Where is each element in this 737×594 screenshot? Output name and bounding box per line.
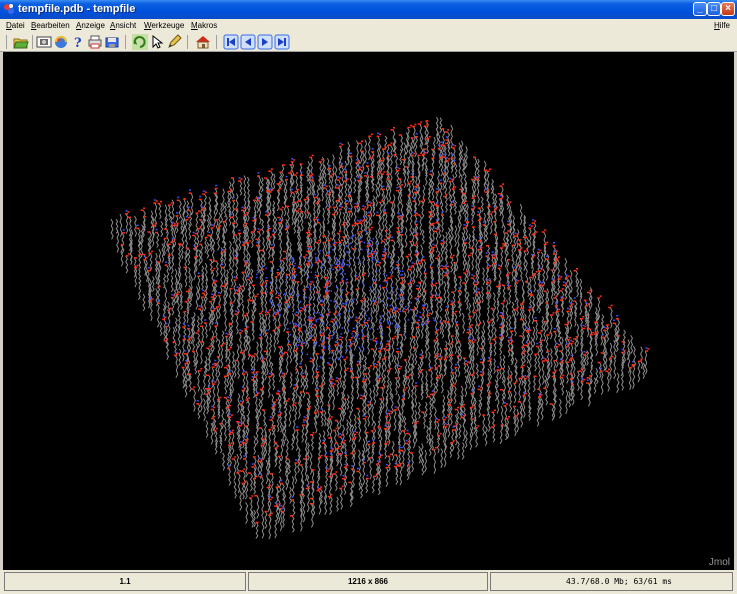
- menu-makros[interactable]: Makros: [191, 20, 217, 31]
- print-icon: [88, 35, 102, 49]
- last-frame-button[interactable]: [274, 34, 290, 50]
- menu-werkzeuge[interactable]: Werkzeuge: [144, 20, 184, 31]
- window-title: tempfile.pdb - tempfile: [18, 3, 136, 15]
- next-frame-icon: [257, 34, 273, 50]
- save-button[interactable]: [104, 34, 120, 50]
- first-frame-icon: [223, 34, 239, 50]
- help-icon: ?: [74, 36, 82, 50]
- jmol-watermark: Jmol: [708, 557, 730, 568]
- toolbar-separator: [32, 35, 33, 49]
- screenshot-button[interactable]: [36, 34, 52, 50]
- close-button[interactable]: ×: [721, 2, 735, 16]
- toolbar-separator: [216, 35, 217, 49]
- molecule-render[interactable]: [3, 52, 734, 570]
- help-button[interactable]: ?: [70, 34, 86, 50]
- menu-anzeige[interactable]: Anzeige: [76, 20, 105, 31]
- rotate-scene-icon: [55, 36, 67, 48]
- close-icon: ×: [725, 3, 731, 14]
- toolbar-separator: [187, 35, 188, 49]
- carbon-chains: [110, 116, 648, 540]
- minimize-icon: _: [697, 3, 703, 14]
- menu-ansicht[interactable]: Ansicht: [110, 20, 136, 31]
- open-button[interactable]: [13, 34, 29, 50]
- title-bar: tempfile.pdb - tempfile _ □ ×: [0, 0, 737, 19]
- menu-bearbeiten[interactable]: Bearbeiten: [31, 20, 70, 31]
- next-frame-button[interactable]: [257, 34, 273, 50]
- select-pointer-button[interactable]: [149, 34, 165, 50]
- status-bar: 1.1 1216 x 866 43.7/68.0 Mb; 63/61 ms: [0, 570, 737, 594]
- pencil-button[interactable]: [166, 34, 182, 50]
- previous-frame-button[interactable]: [240, 34, 256, 50]
- rotate-molecule-button[interactable]: [132, 34, 148, 50]
- svg-text:?: ?: [74, 36, 82, 50]
- maximize-icon: □: [710, 3, 718, 14]
- previous-frame-icon: [240, 34, 256, 50]
- open-folder-icon: [13, 38, 29, 49]
- menu-bar: Datei Bearbeiten Anzeige Ansicht Werkzeu…: [0, 19, 737, 32]
- save-icon: [105, 37, 119, 48]
- first-frame-button[interactable]: [223, 34, 239, 50]
- screenshot-icon: [36, 36, 52, 48]
- molecule-viewport[interactable]: Jmol: [3, 52, 734, 570]
- menu-hilfe[interactable]: Hilfe: [714, 20, 730, 31]
- jmol-app-icon[interactable]: [3, 3, 15, 15]
- status-memory: 43.7/68.0 Mb; 63/61 ms: [490, 572, 733, 591]
- maximize-button[interactable]: □: [707, 2, 721, 16]
- rotate-molecule-icon: [132, 34, 148, 50]
- menu-datei[interactable]: Datei: [6, 20, 25, 31]
- rotate-scene-button[interactable]: [53, 34, 69, 50]
- toolbar-separator: [6, 35, 7, 49]
- status-dimensions: 1216 x 866: [248, 572, 488, 591]
- toolbar-separator: [125, 35, 126, 49]
- toolbar: ?: [0, 32, 737, 52]
- print-button[interactable]: [87, 34, 103, 50]
- status-frame: 1.1: [4, 572, 246, 591]
- home-icon: [196, 36, 210, 49]
- select-pointer-icon: [152, 34, 164, 49]
- minimize-button[interactable]: _: [693, 2, 707, 16]
- home-button[interactable]: [195, 34, 211, 50]
- pencil-icon: [168, 34, 182, 48]
- last-frame-icon: [274, 34, 290, 50]
